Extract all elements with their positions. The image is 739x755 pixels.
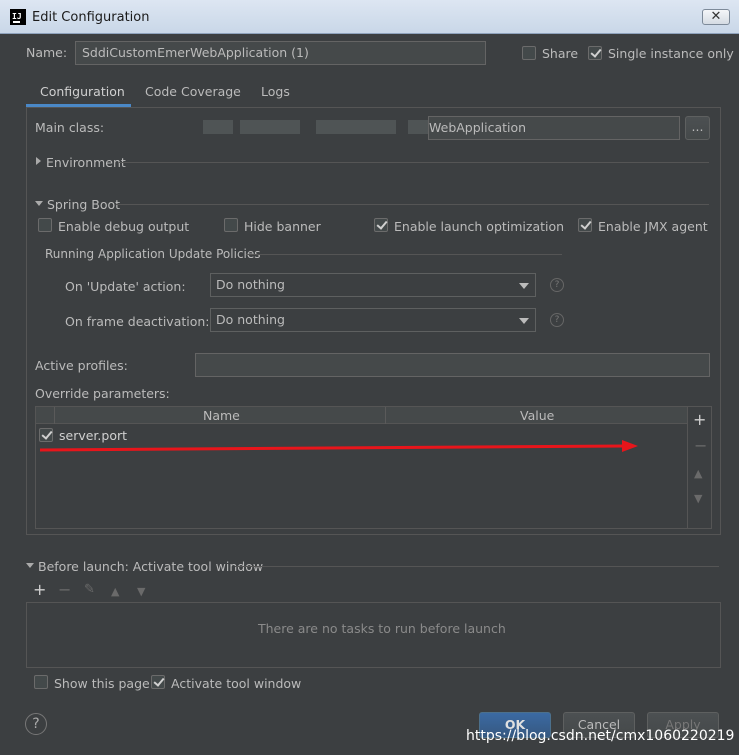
- single-instance-checkbox[interactable]: [588, 46, 602, 60]
- main-class-browse-button[interactable]: ...: [685, 116, 710, 140]
- on-update-select[interactable]: Do nothing: [210, 273, 536, 297]
- name-label: Name:: [26, 45, 68, 60]
- column-header-value[interactable]: Value: [520, 408, 554, 423]
- help-icon[interactable]: ?: [25, 713, 47, 735]
- help-icon[interactable]: ?: [550, 278, 564, 292]
- enable-launch-optimization-checkbox[interactable]: [374, 218, 388, 232]
- spring-boot-section[interactable]: Spring Boot: [47, 197, 120, 212]
- annotation-arrow: [39, 440, 638, 452]
- table-toolbar-divider: [687, 407, 688, 528]
- dropdown-arrow-icon: [519, 318, 529, 324]
- redacted-region: [240, 120, 300, 134]
- close-button[interactable]: ✕: [702, 9, 730, 25]
- dropdown-arrow-icon: [519, 283, 529, 289]
- on-update-value: Do nothing: [216, 277, 285, 292]
- move-task-down-icon[interactable]: ▼: [137, 584, 145, 600]
- add-task-icon[interactable]: +: [33, 582, 46, 598]
- main-class-input[interactable]: WebApplication: [428, 116, 680, 140]
- name-input[interactable]: SddiCustomEmerWebApplication (1): [75, 41, 486, 65]
- update-policies-label: Running Application Update Policies: [45, 247, 261, 261]
- column-header-name[interactable]: Name: [203, 408, 240, 423]
- override-parameters-label: Override parameters:: [35, 386, 170, 401]
- move-down-icon[interactable]: ▼: [694, 491, 702, 507]
- edit-task-icon[interactable]: ✎: [84, 582, 95, 598]
- on-frame-deactivation-value: Do nothing: [216, 312, 285, 327]
- column-divider: [385, 407, 386, 424]
- activate-tool-window-label: Activate tool window: [171, 676, 302, 691]
- title-bar: IJ Edit Configuration ✕: [0, 0, 739, 34]
- expand-down-icon[interactable]: [35, 201, 43, 206]
- activate-tool-window-checkbox[interactable]: [151, 675, 165, 689]
- move-task-up-icon[interactable]: ▲: [111, 584, 119, 600]
- enable-debug-output-checkbox[interactable]: [38, 218, 52, 232]
- hide-banner-checkbox[interactable]: [224, 218, 238, 232]
- divider: [235, 566, 719, 567]
- on-frame-deactivation-select[interactable]: Do nothing: [210, 308, 536, 332]
- tab-configuration[interactable]: Configuration: [40, 84, 125, 99]
- intellij-logo-icon: IJ: [10, 9, 26, 25]
- before-launch-section[interactable]: Before launch: Activate tool window: [38, 559, 263, 574]
- divider: [119, 162, 709, 163]
- watermark-text: https://blog.csdn.net/cmx1060220219: [466, 728, 735, 744]
- empty-tasks-text: There are no tasks to run before launch: [258, 621, 506, 636]
- override-parameters-table: [35, 406, 712, 529]
- enable-launch-optimization-label: Enable launch optimization: [394, 219, 565, 234]
- add-icon[interactable]: +: [693, 412, 706, 428]
- show-this-page-checkbox[interactable]: [34, 675, 48, 689]
- on-update-label: On 'Update' action:: [65, 279, 186, 294]
- enable-debug-output-label: Enable debug output: [58, 219, 190, 234]
- tab-code-coverage[interactable]: Code Coverage: [145, 84, 241, 99]
- remove-task-icon[interactable]: −: [58, 582, 71, 598]
- hide-banner-label: Hide banner: [244, 219, 321, 234]
- window-title: Edit Configuration: [32, 10, 150, 25]
- redacted-region: [316, 120, 396, 134]
- move-up-icon[interactable]: ▲: [694, 466, 702, 482]
- remove-icon[interactable]: −: [694, 438, 707, 454]
- share-checkbox[interactable]: [522, 46, 536, 60]
- enable-jmx-agent-label: Enable JMX agent: [598, 219, 708, 234]
- show-this-page-label: Show this page: [54, 676, 150, 691]
- expand-right-icon[interactable]: [36, 157, 41, 165]
- active-profiles-label: Active profiles:: [35, 358, 128, 373]
- single-instance-label: Single instance only: [608, 46, 734, 61]
- main-class-label: Main class:: [35, 120, 105, 135]
- divider: [116, 204, 709, 205]
- table-header: [36, 407, 687, 424]
- share-label: Share: [542, 46, 579, 61]
- divider: [246, 254, 562, 255]
- column-divider: [54, 407, 55, 424]
- enable-jmx-agent-checkbox[interactable]: [578, 218, 592, 232]
- redacted-region: [203, 120, 233, 134]
- active-profiles-input[interactable]: [195, 353, 710, 377]
- tab-logs[interactable]: Logs: [261, 84, 290, 99]
- expand-down-icon[interactable]: [26, 563, 34, 568]
- on-frame-deactivation-label: On frame deactivation:: [65, 314, 210, 329]
- environment-section[interactable]: Environment: [46, 155, 126, 170]
- help-icon[interactable]: ?: [550, 313, 564, 327]
